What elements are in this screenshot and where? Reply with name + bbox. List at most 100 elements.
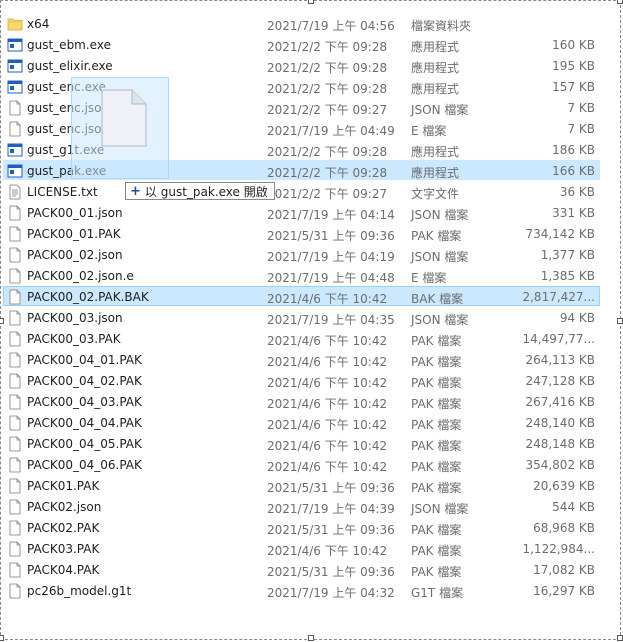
resize-handle-bottom-left[interactable] bbox=[0, 635, 4, 641]
file-size: 17,082 KB bbox=[533, 563, 595, 577]
file-type: JSON 檔案 bbox=[411, 208, 469, 222]
file-row[interactable]: PACK00_03.PAK 2021/4/6 下午 10:42 PAK 檔案 14,4… bbox=[3, 328, 600, 348]
file-date-modified: 2021/5/31 上午 09:36 bbox=[267, 523, 395, 537]
file-icon bbox=[7, 268, 21, 284]
file-size: 544 KB bbox=[552, 500, 595, 514]
file-row[interactable]: PACK00_04_04.PAK 2021/4/6 下午 10:42 PAK 檔案 2… bbox=[3, 412, 600, 432]
dragged-file-icon bbox=[101, 89, 147, 147]
file-name: gust_ebm.exe bbox=[27, 38, 111, 52]
file-row[interactable]: PACK02.PAK 2021/5/31 上午 09:36 PAK 檔案 68,968… bbox=[3, 517, 600, 537]
file-row[interactable]: PACK00_02.json.e 2021/7/19 上午 04:48 E 檔案 1,… bbox=[3, 265, 600, 285]
file-date-modified: 2021/4/6 下午 10:42 bbox=[267, 397, 388, 411]
file-icon bbox=[7, 520, 21, 536]
file-date-modified: 2021/7/19 上午 04:48 bbox=[267, 271, 395, 285]
file-date-modified: 2021/4/6 下午 10:42 bbox=[267, 544, 388, 558]
file-date-modified: 2021/2/2 下午 09:28 bbox=[267, 145, 388, 159]
file-row[interactable]: PACK00_04_01.PAK 2021/4/6 下午 10:42 PAK 檔案 2… bbox=[3, 349, 600, 369]
resize-handle-right[interactable] bbox=[617, 318, 623, 324]
file-name: PACK00_03.json bbox=[27, 311, 123, 325]
resize-handle-top[interactable] bbox=[308, 0, 314, 4]
file-size: 1,122,984... bbox=[522, 542, 595, 556]
file-name: PACK00_04_03.PAK bbox=[27, 395, 142, 409]
file-type: E 檔案 bbox=[411, 271, 447, 285]
exe-icon bbox=[7, 58, 23, 74]
file-icon bbox=[7, 352, 21, 368]
file-type: 檔案資料夾 bbox=[411, 19, 472, 33]
resize-handle-top-right[interactable] bbox=[617, 0, 623, 4]
file-size: 1,377 KB bbox=[540, 248, 595, 262]
file-date-modified: 2021/7/19 上午 04:32 bbox=[267, 586, 395, 600]
file-row[interactable]: PACK00_01.PAK 2021/5/31 上午 09:36 PAK 檔案 734… bbox=[3, 223, 600, 243]
file-type: BAK 檔案 bbox=[411, 292, 464, 306]
file-type: PAK 檔案 bbox=[411, 544, 462, 558]
file-row[interactable]: PACK02.json 2021/7/19 上午 04:39 JSON 檔案 544 … bbox=[3, 496, 600, 516]
file-type: 文字文件 bbox=[411, 187, 460, 201]
file-icon bbox=[7, 310, 21, 326]
file-date-modified: 2021/2/2 下午 09:28 bbox=[267, 61, 388, 75]
file-name: x64 bbox=[27, 17, 50, 31]
file-row[interactable]: PACK00_04_02.PAK 2021/4/6 下午 10:42 PAK 檔案 2… bbox=[3, 370, 600, 390]
file-icon bbox=[7, 541, 21, 557]
file-size: 160 KB bbox=[552, 38, 595, 52]
file-date-modified: 2021/4/6 下午 10:42 bbox=[267, 418, 388, 432]
resize-handle-bottom[interactable] bbox=[308, 635, 314, 641]
file-size: 36 KB bbox=[559, 185, 595, 199]
file-icon bbox=[7, 247, 21, 263]
file-icon bbox=[7, 100, 21, 116]
file-row[interactable]: x64 2021/7/19 上午 04:56 檔案資料夾 bbox=[3, 13, 600, 33]
file-size: 248,148 KB bbox=[525, 437, 595, 451]
file-name: PACK00_04_02.PAK bbox=[27, 374, 142, 388]
file-date-modified: 2021/7/19 上午 04:19 bbox=[267, 250, 395, 264]
file-row[interactable]: gust_ebm.exe 2021/2/2 下午 09:28 應用程式 160 KB bbox=[3, 34, 600, 54]
file-name: PACK00_04_05.PAK bbox=[27, 437, 142, 451]
resize-handle-bottom-right[interactable] bbox=[617, 635, 623, 641]
file-type: PAK 檔案 bbox=[411, 397, 462, 411]
exe-icon bbox=[7, 37, 23, 53]
file-size: 166 KB bbox=[552, 164, 595, 178]
file-icon bbox=[7, 436, 21, 452]
file-row[interactable]: PACK00_03.json 2021/7/19 上午 04:35 JSON 檔案 9… bbox=[3, 307, 600, 327]
file-name: PACK00_02.json.e bbox=[27, 269, 134, 283]
file-size: 354,802 KB bbox=[525, 458, 595, 472]
file-row[interactable]: PACK00_04_03.PAK 2021/4/6 下午 10:42 PAK 檔案 2… bbox=[3, 391, 600, 411]
file-name: LICENSE.txt bbox=[27, 185, 98, 199]
file-name: PACK00_03.PAK bbox=[27, 332, 121, 346]
file-row[interactable]: PACK00_04_05.PAK 2021/4/6 下午 10:42 PAK 檔案 2… bbox=[3, 433, 600, 453]
file-row[interactable]: PACK03.PAK 2021/4/6 下午 10:42 PAK 檔案 1,122,9… bbox=[3, 538, 600, 558]
file-type: 應用程式 bbox=[411, 166, 460, 180]
file-type: PAK 檔案 bbox=[411, 523, 462, 537]
file-icon bbox=[7, 373, 21, 389]
file-date-modified: 2021/5/31 上午 09:36 bbox=[267, 481, 395, 495]
file-type: 應用程式 bbox=[411, 40, 460, 54]
file-size: 248,140 KB bbox=[525, 416, 595, 430]
file-name: PACK00_01.json bbox=[27, 206, 123, 220]
file-row[interactable]: PACK00_02.json 2021/7/19 上午 04:19 JSON 檔案 1… bbox=[3, 244, 600, 264]
drag-open-with-tooltip: + 以 gust_pak.exe 開啟 bbox=[125, 182, 275, 200]
file-icon bbox=[7, 289, 21, 305]
file-size: 331 KB bbox=[552, 206, 595, 220]
file-size: 16,297 KB bbox=[533, 584, 595, 598]
file-size: 247,128 KB bbox=[525, 374, 595, 388]
file-date-modified: 2021/4/6 下午 10:42 bbox=[267, 292, 388, 306]
exe-icon bbox=[7, 79, 23, 95]
file-row[interactable]: pc26b_model.g1t 2021/7/19 上午 04:32 G1T 檔案 1… bbox=[3, 580, 600, 600]
file-date-modified: 2021/4/6 下午 10:42 bbox=[267, 355, 388, 369]
file-icon bbox=[7, 205, 21, 221]
file-row[interactable]: gust_elixir.exe 2021/2/2 下午 09:28 應用程式 195 … bbox=[3, 55, 600, 75]
file-row[interactable]: PACK00_02.PAK.BAK 2021/4/6 下午 10:42 BAK 檔案… bbox=[3, 286, 600, 306]
file-icon bbox=[7, 415, 21, 431]
file-icon bbox=[7, 499, 21, 515]
file-name: pc26b_model.g1t bbox=[27, 584, 132, 598]
file-name: PACK01.PAK bbox=[27, 479, 100, 493]
file-row[interactable]: PACK00_01.json 2021/7/19 上午 04:14 JSON 檔案 3… bbox=[3, 202, 600, 222]
resize-handle-left[interactable] bbox=[0, 318, 4, 324]
file-row[interactable]: PACK01.PAK 2021/5/31 上午 09:36 PAK 檔案 20,639… bbox=[3, 475, 600, 495]
file-icon bbox=[7, 121, 21, 137]
file-date-modified: 2021/7/19 上午 04:39 bbox=[267, 502, 395, 516]
file-date-modified: 2021/2/2 下午 09:27 bbox=[267, 187, 388, 201]
file-row[interactable]: PACK00_04_06.PAK 2021/4/6 下午 10:42 PAK 檔案 3… bbox=[3, 454, 600, 474]
file-row[interactable]: PACK04.PAK 2021/5/31 上午 09:36 PAK 檔案 17,082… bbox=[3, 559, 600, 579]
file-row[interactable]: LICENSE.txt 2021/2/2 下午 09:27 文字文件 36 KB bbox=[3, 181, 600, 201]
file-type: 應用程式 bbox=[411, 145, 460, 159]
file-type: PAK 檔案 bbox=[411, 460, 462, 474]
